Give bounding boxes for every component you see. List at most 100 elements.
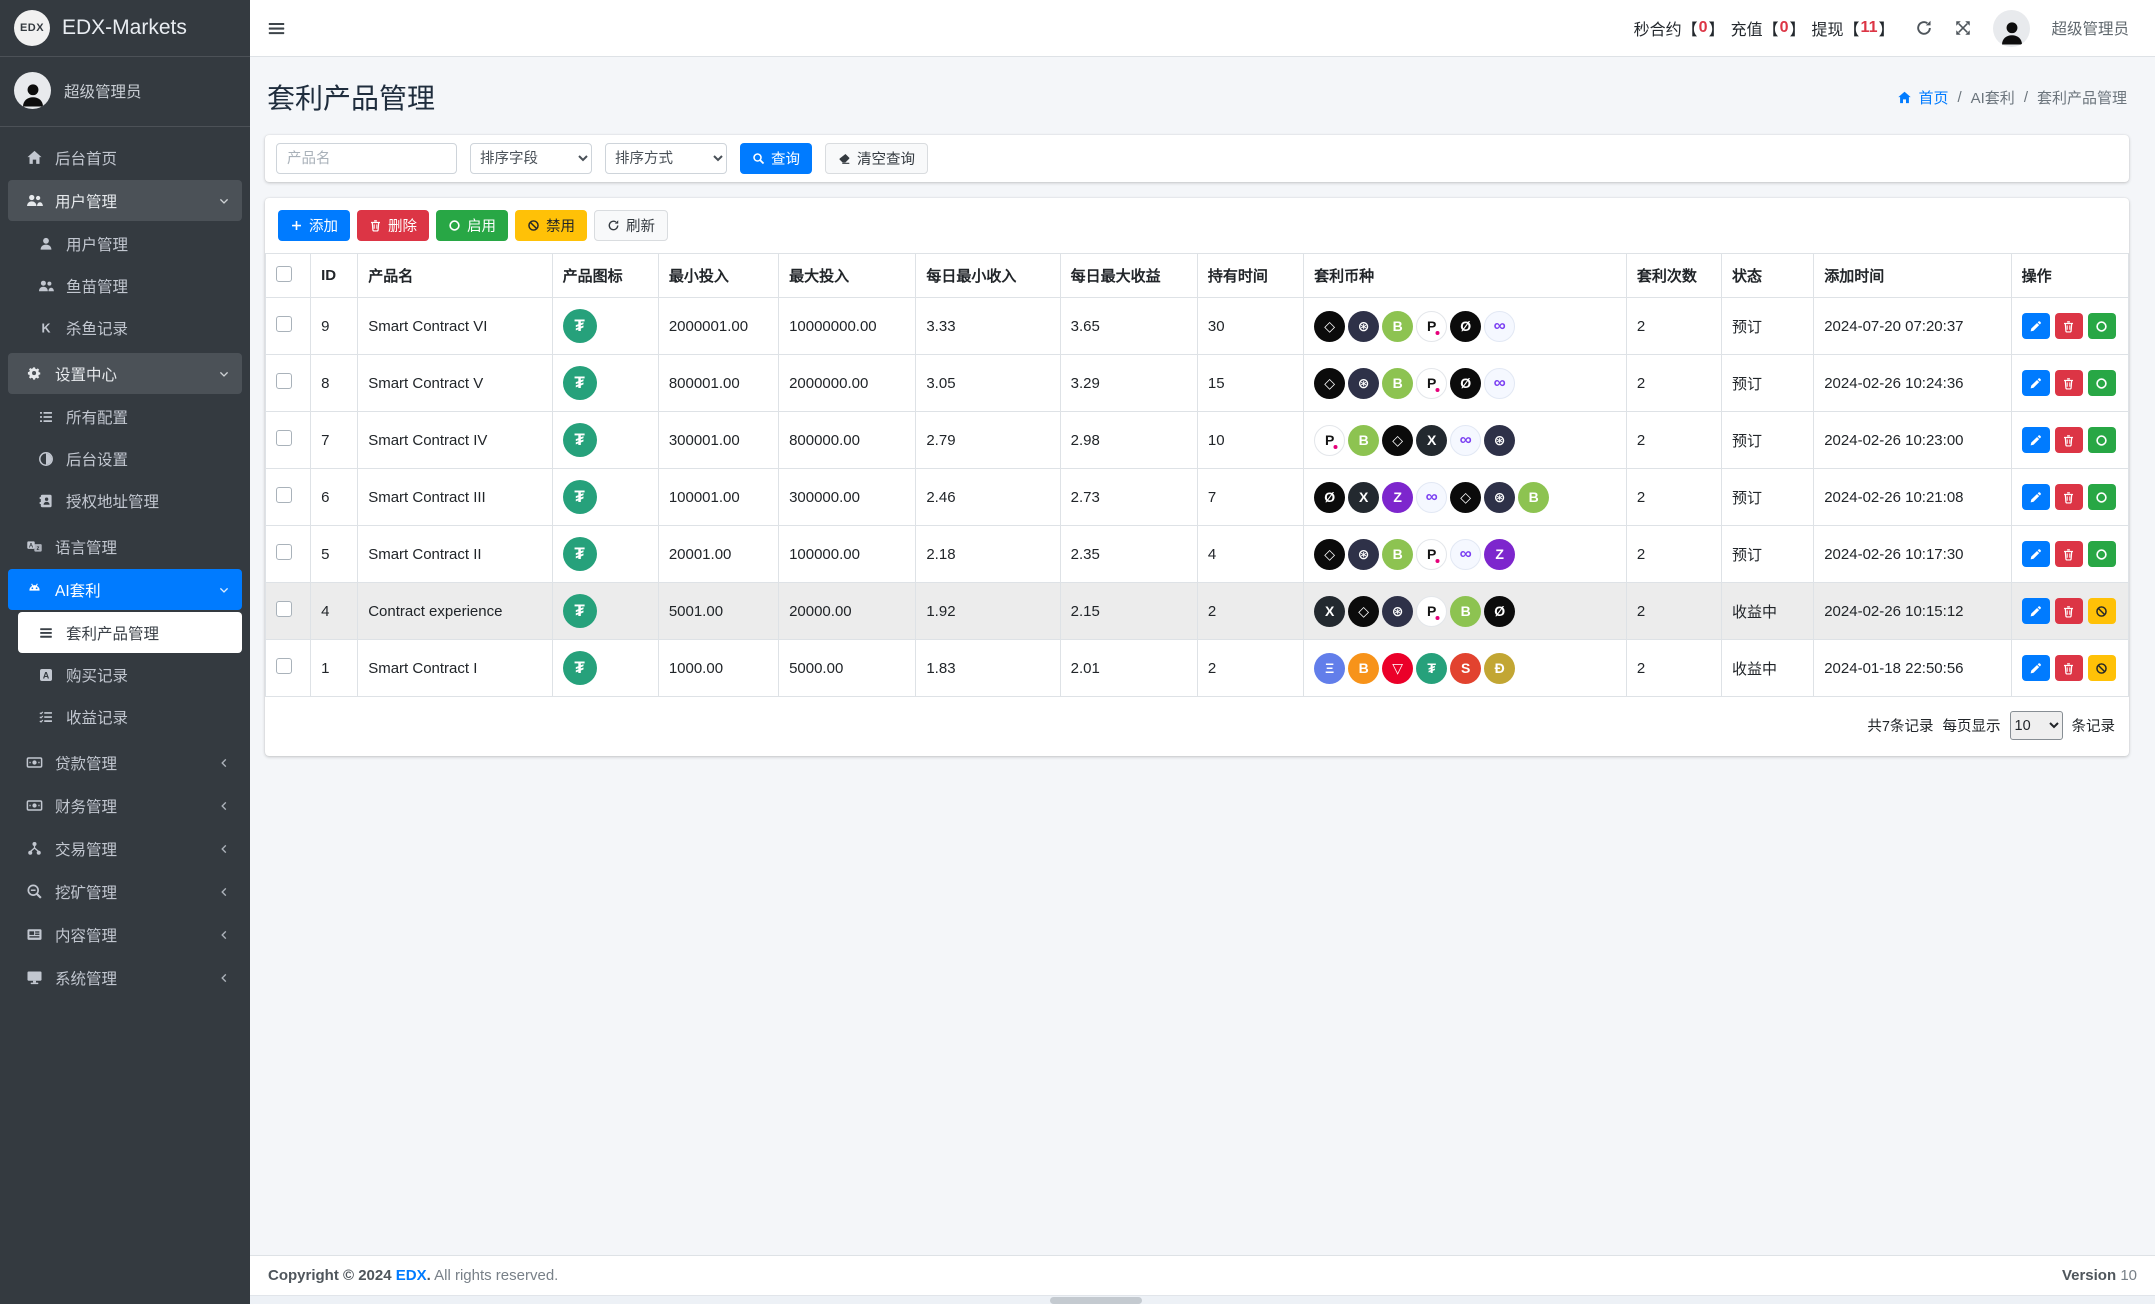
coin-zec-icon: Z — [1484, 538, 1516, 570]
sidebar-item-profit-records[interactable]: 收益记录 — [18, 696, 242, 737]
search-button[interactable]: 查询 — [740, 143, 812, 174]
table-cell: 2024-02-26 10:17:30 — [1813, 525, 2012, 583]
breadcrumb-home-link[interactable]: 首页 — [1897, 87, 1948, 108]
table-cell: 2024-02-26 10:21:08 — [1813, 468, 2012, 526]
sidebar-item-authorized-address[interactable]: 授权地址管理 — [18, 480, 242, 521]
notification-stat[interactable]: 充值【0】 — [1731, 16, 1806, 40]
enable-row-button[interactable] — [2087, 427, 2116, 453]
row-checkbox[interactable] — [276, 487, 292, 503]
sidebar-link-trade-management[interactable]: 交易管理 — [8, 828, 242, 869]
disable-row-button[interactable] — [2087, 598, 2116, 624]
sidebar-item-mining-management: 挖矿管理 — [8, 871, 242, 912]
edit-button[interactable] — [2021, 655, 2050, 681]
sidebar-link-user-management[interactable]: 用户管理 — [8, 180, 242, 221]
edit-button[interactable] — [2021, 541, 2050, 567]
scrollbar-thumb[interactable] — [1050, 1297, 1142, 1304]
avatar — [14, 72, 51, 109]
delete-row-button[interactable] — [2054, 541, 2083, 567]
sort-field-select[interactable]: 排序字段 — [470, 143, 592, 174]
row-actions — [2010, 411, 2130, 469]
topbar-stats[interactable]: 秒合约【0】充值【0】提现【11】 — [1634, 16, 1895, 40]
users-icon — [38, 278, 54, 294]
row-checkbox[interactable] — [276, 544, 292, 560]
notification-stat[interactable]: 提现【11】 — [1812, 16, 1895, 40]
table-header-checkbox-cell — [264, 253, 312, 298]
product-name-input[interactable] — [276, 143, 457, 174]
chevron-left-icon — [218, 972, 230, 984]
table-cell: 2 — [1196, 639, 1305, 697]
table-toolbar: 添加 删除 启用 禁用 刷新 — [265, 198, 2129, 253]
sidebar-item-kill-fish-records[interactable]: K 杀鱼记录 — [18, 307, 242, 348]
select-all-checkbox[interactable] — [276, 265, 292, 282]
topbar-username: 超级管理员 — [2051, 21, 2129, 38]
edit-button[interactable] — [2021, 598, 2050, 624]
enable-row-button[interactable] — [2087, 313, 2116, 339]
enable-button[interactable]: 启用 — [436, 210, 508, 241]
k-icon: K — [38, 320, 54, 336]
delete-row-button[interactable] — [2054, 484, 2083, 510]
sidebar-link-loan-management[interactable]: 贷款管理 — [8, 742, 242, 783]
delete-row-button[interactable] — [2054, 313, 2083, 339]
sidebar-item-backend-settings[interactable]: 后台设置 — [18, 438, 242, 479]
sidebar-item-label: 授权地址管理 — [66, 493, 160, 511]
refresh-icon — [607, 219, 620, 232]
edit-button[interactable] — [2021, 313, 2050, 339]
table-cell: 800001.00 — [657, 354, 780, 412]
edit-button[interactable] — [2021, 427, 2050, 453]
table-cell — [264, 582, 312, 640]
brand[interactable]: EDX EDX-Markets — [0, 0, 250, 57]
pagination: 共7条记录 每页显示 10 条记录 — [265, 697, 2129, 748]
delete-row-button[interactable] — [2054, 427, 2083, 453]
user-avatar[interactable] — [1993, 9, 2031, 47]
coin-xrp-icon: X — [1416, 424, 1448, 456]
sidebar-link-finance-management[interactable]: 财务管理 — [8, 785, 242, 826]
clear-search-button[interactable]: 清空查询 — [825, 143, 928, 174]
sidebar-item-all-config[interactable]: 所有配置 — [18, 396, 242, 437]
sidebar-link-system-management[interactable]: 系统管理 — [8, 957, 242, 998]
trash-icon — [2062, 662, 2075, 675]
add-button[interactable]: 添加 — [278, 210, 350, 241]
coin-icp-icon: ∞ — [1450, 538, 1482, 570]
enable-row-button[interactable] — [2087, 541, 2116, 567]
sidebar-item-arbitrage-products[interactable]: 套利产品管理 — [18, 612, 242, 653]
table-row: 8 Smart Contract V ₮ 800001.00 2000000.00 3.0… — [264, 354, 2130, 412]
fullscreen-icon[interactable] — [1954, 19, 1972, 37]
delete-row-button[interactable] — [2054, 598, 2083, 624]
sidebar-link-mining-management[interactable]: 挖矿管理 — [8, 871, 242, 912]
footer-brand-link[interactable]: EDX — [396, 1267, 427, 1284]
coin-xlm-icon: Ø — [1314, 481, 1346, 513]
notification-stat[interactable]: 秒合约【0】 — [1634, 16, 1725, 40]
enable-row-button[interactable] — [2087, 484, 2116, 510]
sidebar-link-settings-center[interactable]: 设置中心 — [8, 353, 242, 394]
disable-row-button[interactable] — [2087, 655, 2116, 681]
sidebar-item-dashboard: 后台首页 — [8, 137, 242, 178]
sidebar-item-label: 购买记录 — [66, 667, 129, 685]
row-checkbox[interactable] — [276, 601, 292, 617]
brand-name: EDX-Markets — [62, 16, 187, 39]
enable-row-button[interactable] — [2087, 370, 2116, 396]
sidebar-link-dashboard[interactable]: 后台首页 — [8, 137, 242, 178]
disable-button[interactable]: 禁用 — [515, 210, 587, 241]
hamburger-icon[interactable] — [267, 19, 286, 38]
row-checkbox[interactable] — [276, 430, 292, 446]
table-cell: 2024-02-26 10:24:36 — [1813, 354, 2012, 412]
refresh-button[interactable]: 刷新 — [594, 210, 668, 241]
sidebar-link-content-management[interactable]: 内容管理 — [8, 914, 242, 955]
delete-button[interactable]: 删除 — [357, 210, 429, 241]
sidebar-link-ai-arbitrage[interactable]: AI套利 — [8, 569, 242, 610]
sort-order-select[interactable]: 排序方式 — [605, 143, 727, 174]
edit-button[interactable] — [2021, 370, 2050, 396]
sidebar-item-purchase-records[interactable]: A 购买记录 — [18, 654, 242, 695]
row-checkbox[interactable] — [276, 373, 292, 389]
coin-trx-icon: ▽ — [1382, 652, 1414, 684]
edit-button[interactable] — [2021, 484, 2050, 510]
row-checkbox[interactable] — [276, 658, 292, 674]
sidebar-link-language-management[interactable]: Az 语言管理 — [8, 526, 242, 567]
refresh-icon[interactable] — [1915, 19, 1933, 37]
sidebar-item-user-admin[interactable]: 用户管理 — [18, 223, 242, 264]
sidebar-item-fry-management[interactable]: 鱼苗管理 — [18, 265, 242, 306]
per-page-select[interactable]: 10 — [2009, 711, 2063, 740]
delete-row-button[interactable] — [2054, 370, 2083, 396]
delete-row-button[interactable] — [2054, 655, 2083, 681]
row-checkbox[interactable] — [276, 316, 292, 332]
